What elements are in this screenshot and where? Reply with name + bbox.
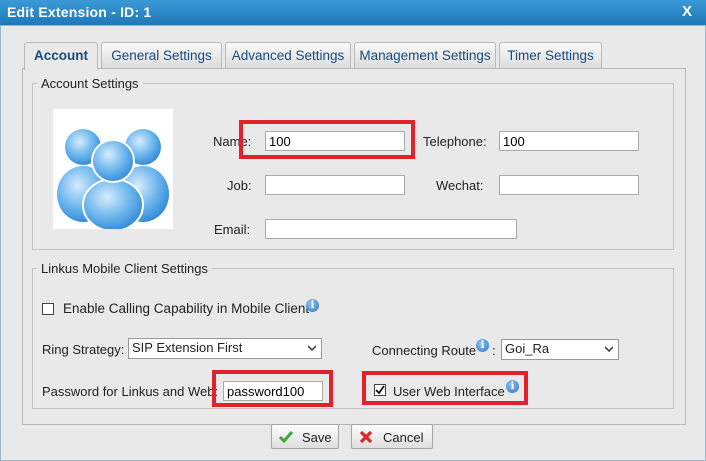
password-highlight-box bbox=[212, 370, 333, 407]
telephone-label: Telephone: bbox=[423, 134, 487, 149]
linkus-mobile-client-group: Linkus Mobile Client Settings Enable Cal… bbox=[32, 261, 674, 409]
email-label: Email: bbox=[214, 222, 251, 237]
cancel-button-label: Cancel bbox=[383, 430, 424, 445]
user-web-highlight-box bbox=[362, 371, 528, 405]
checkmark-icon bbox=[278, 431, 294, 444]
close-icon[interactable]: X bbox=[682, 3, 692, 20]
account-settings-group: Account Settings Name: 100 Telephone: 10… bbox=[32, 76, 674, 250]
tab-account[interactable]: Account bbox=[24, 42, 98, 70]
info-icon[interactable]: i bbox=[306, 299, 319, 312]
tab-general-settings[interactable]: General Settings bbox=[101, 42, 222, 68]
save-button-label: Save bbox=[302, 430, 332, 445]
user-avatar-icon bbox=[53, 109, 173, 232]
ring-strategy-label: Ring Strategy: bbox=[42, 342, 125, 357]
account-tab-panel: Account Settings Name: 100 Telephone: 10… bbox=[22, 68, 686, 425]
job-input[interactable] bbox=[265, 175, 405, 195]
ring-strategy-select[interactable]: SIP Extension First bbox=[128, 338, 322, 359]
account-settings-legend: Account Settings bbox=[41, 76, 139, 91]
chevron-down-icon bbox=[308, 345, 316, 352]
wechat-label: Wechat: bbox=[436, 178, 484, 193]
window-title-bar: Edit Extension - ID: 1 X bbox=[0, 0, 706, 25]
email-input[interactable] bbox=[265, 219, 517, 239]
connecting-route-colon: : bbox=[492, 343, 496, 358]
ring-strategy-value: SIP Extension First bbox=[132, 340, 243, 355]
edit-extension-dialog: Account General Settings Advanced Settin… bbox=[0, 25, 706, 461]
connecting-route-label: Connecting Route bbox=[372, 343, 477, 358]
tab-management-settings[interactable]: Management Settings bbox=[354, 42, 496, 68]
name-highlight-box bbox=[239, 120, 415, 159]
job-label: Job: bbox=[227, 178, 252, 193]
enable-calling-checkbox[interactable] bbox=[42, 303, 54, 315]
cross-icon bbox=[359, 430, 373, 444]
chevron-down-icon bbox=[605, 346, 613, 353]
connecting-route-info-icon[interactable]: i bbox=[476, 339, 489, 352]
linkus-settings-legend: Linkus Mobile Client Settings bbox=[41, 261, 208, 276]
tab-timer-settings[interactable]: Timer Settings bbox=[499, 42, 602, 68]
connecting-route-select[interactable]: Goi_Ra bbox=[501, 339, 619, 360]
connecting-route-value: Goi_Ra bbox=[505, 341, 550, 356]
wechat-input[interactable] bbox=[499, 175, 639, 195]
password-label: Password for Linkus and Web: bbox=[42, 384, 219, 399]
window-title: Edit Extension - ID: 1 bbox=[7, 4, 152, 20]
enable-calling-label: Enable Calling Capability in Mobile Clie… bbox=[63, 301, 310, 316]
tab-advanced-settings[interactable]: Advanced Settings bbox=[225, 42, 351, 68]
telephone-input[interactable] bbox=[499, 131, 639, 151]
save-button[interactable]: Save bbox=[271, 424, 339, 449]
cancel-button[interactable]: Cancel bbox=[351, 424, 433, 449]
